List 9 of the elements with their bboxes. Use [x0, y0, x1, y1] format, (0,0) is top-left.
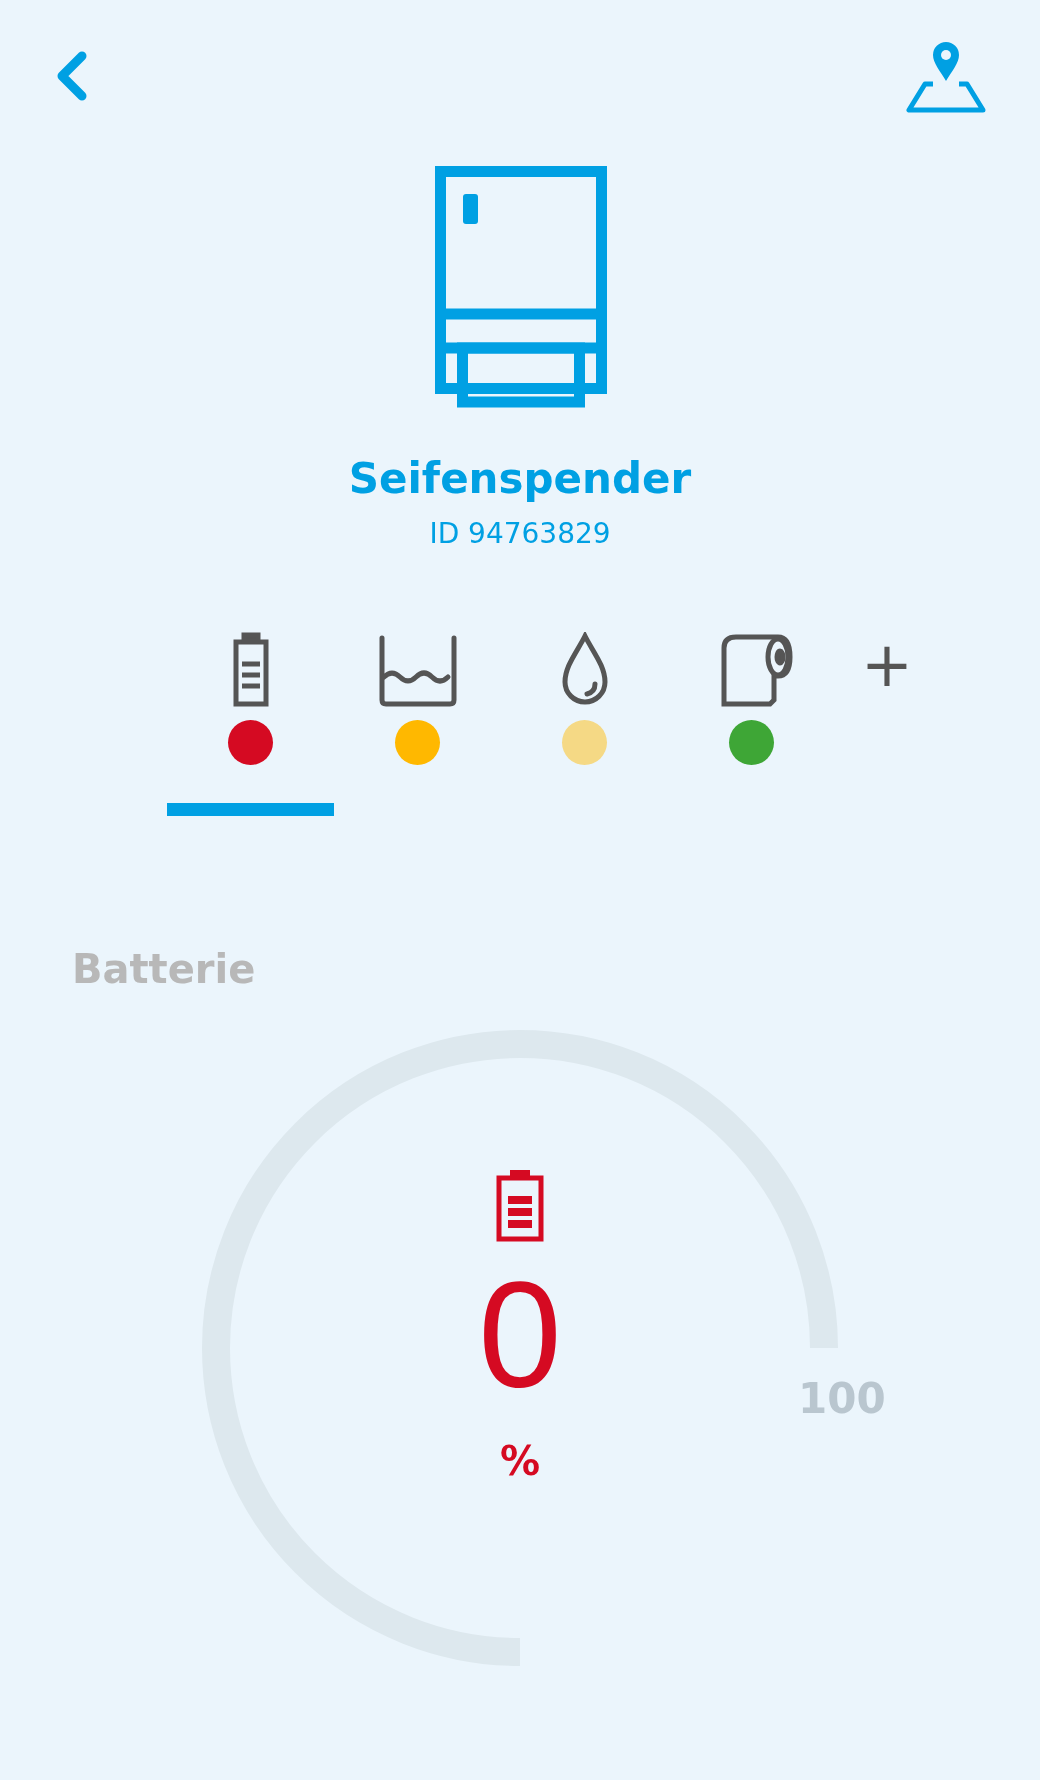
section-title: Batterie	[72, 946, 256, 992]
battery-icon	[496, 1168, 544, 1242]
soap-dispenser-icon	[435, 166, 607, 408]
device-id: ID 94763829	[429, 517, 611, 550]
sensor-tab[interactable]	[167, 632, 334, 816]
gauge-value: 0	[478, 1260, 562, 1410]
add-button[interactable]: +	[861, 634, 913, 696]
device-name: Seifenspender	[348, 454, 692, 503]
gauge-unit: %	[499, 1438, 541, 1484]
